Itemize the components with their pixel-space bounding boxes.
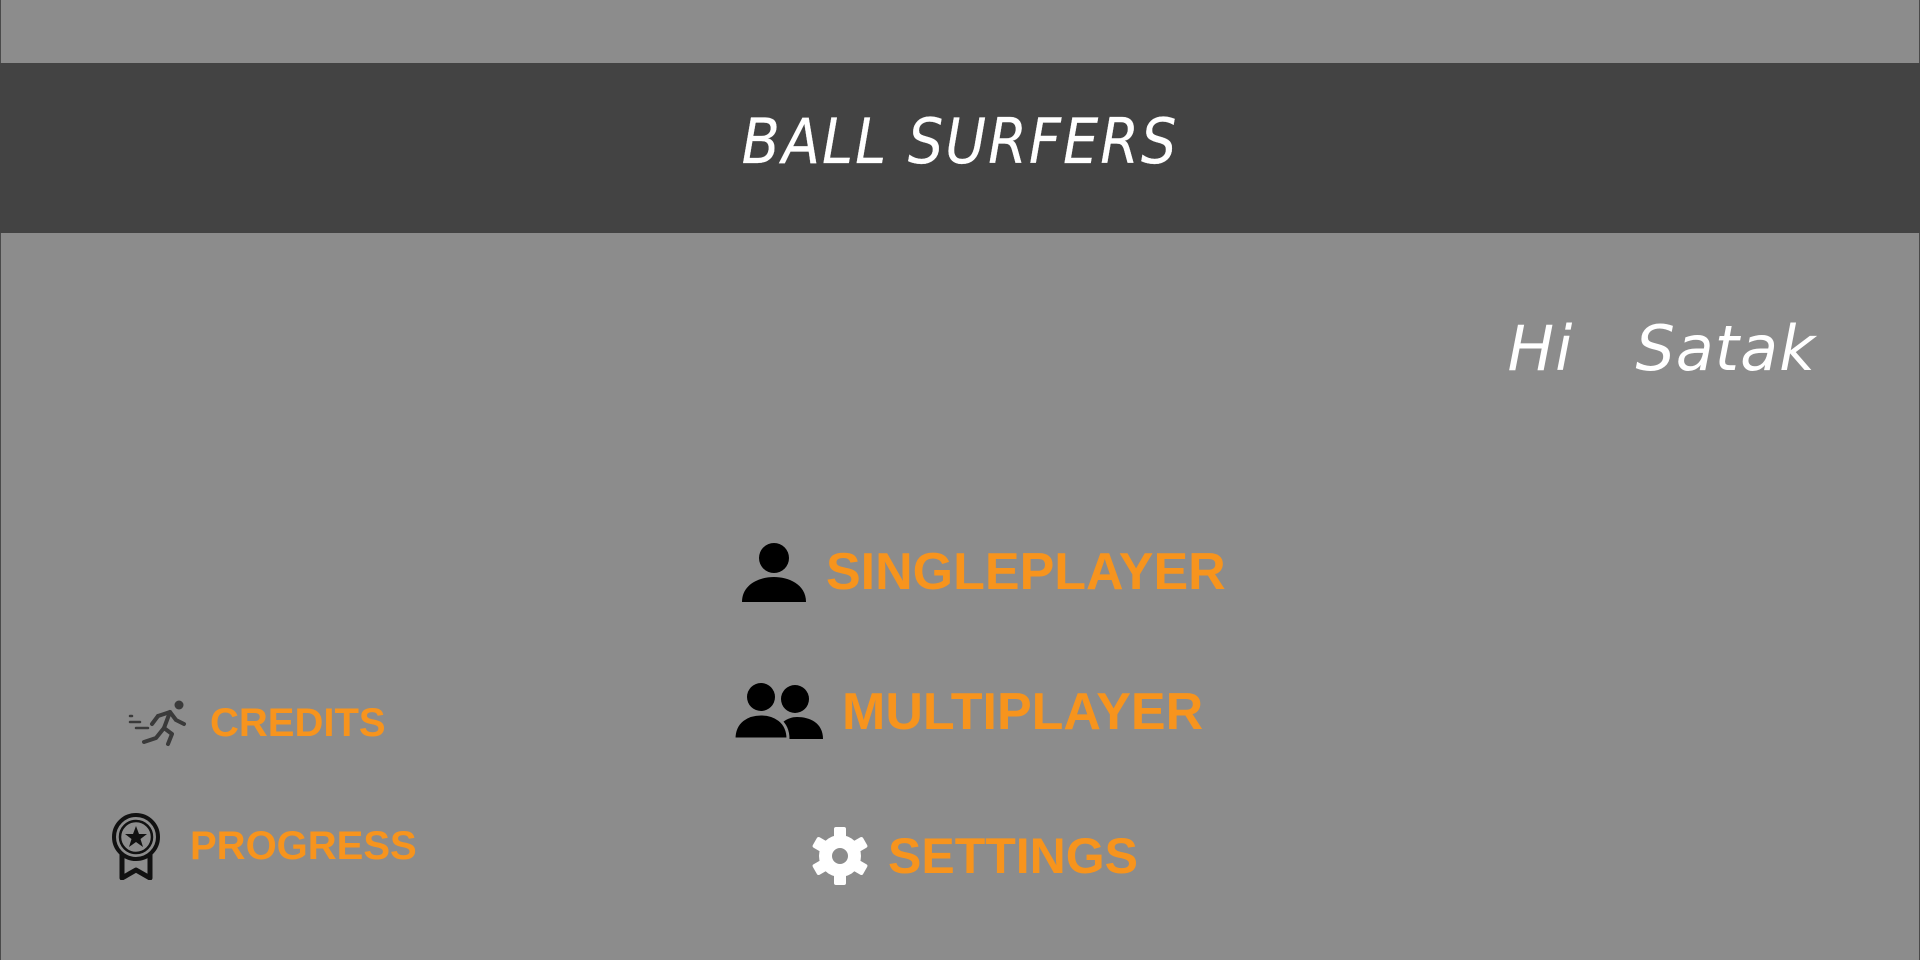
credits-label: CREDITS: [210, 700, 386, 745]
running-person-icon: [128, 698, 190, 748]
game-title: BALL SURFERS: [741, 104, 1179, 178]
multiplayer-label: MULTIPLAYER: [842, 683, 1204, 741]
player-greeting: Hi Satak: [1507, 312, 1816, 385]
progress-label: PROGRESS: [190, 823, 417, 868]
credits-button[interactable]: CREDITS: [128, 698, 386, 748]
progress-button[interactable]: PROGRESS: [110, 812, 417, 880]
person-icon: [740, 540, 808, 604]
people-icon: [734, 683, 824, 741]
award-badge-icon: [110, 812, 162, 880]
singleplayer-label: SINGLEPLAYER: [826, 543, 1226, 601]
settings-button[interactable]: SETTINGS: [810, 826, 1138, 886]
gear-icon: [810, 826, 870, 886]
settings-label: SETTINGS: [888, 828, 1139, 884]
multiplayer-button[interactable]: MULTIPLAYER: [734, 682, 1203, 742]
title-bar: BALL SURFERS: [0, 63, 1920, 233]
singleplayer-button[interactable]: SINGLEPLAYER: [740, 540, 1226, 604]
